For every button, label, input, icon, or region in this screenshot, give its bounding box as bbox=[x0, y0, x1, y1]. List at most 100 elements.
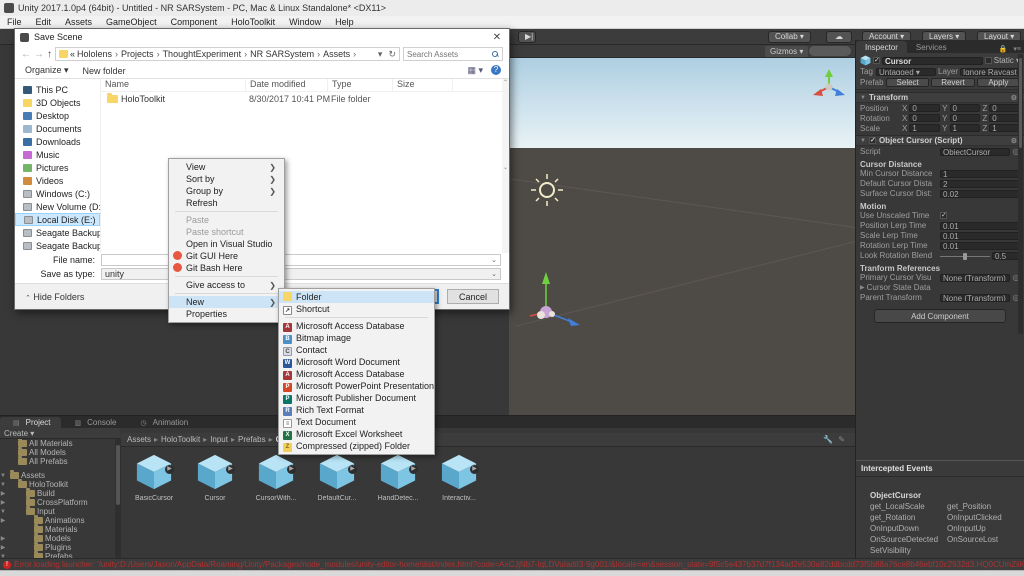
tab-animation[interactable]: ◷Animation bbox=[128, 417, 199, 428]
breadcrumb-bar[interactable]: « Hololens› Projects› ThoughtExperiment› bbox=[55, 47, 400, 61]
sidebar-item[interactable]: Local Disk (E:) bbox=[15, 213, 100, 226]
breadcrumb-item[interactable]: Hololens› bbox=[77, 49, 121, 59]
save-as-type-select[interactable]: unity⌄ bbox=[101, 268, 501, 280]
cursor-state-data-foldout[interactable]: Cursor State Data bbox=[867, 283, 1020, 292]
context-menu-item[interactable] bbox=[175, 211, 278, 212]
tree-foldout-icon[interactable]: ▼ bbox=[0, 509, 6, 515]
breadcrumb-overflow[interactable]: « bbox=[70, 49, 75, 59]
tree-foldout-icon[interactable]: ▼ bbox=[0, 482, 6, 488]
tree-foldout-icon[interactable]: ▶ bbox=[0, 517, 6, 524]
hide-folders-button[interactable]: ⌃ Hide Folders bbox=[25, 292, 84, 302]
menu-item[interactable]: GameObject bbox=[99, 16, 164, 29]
breadcrumb-item[interactable]: Projects› bbox=[121, 49, 163, 59]
x-field[interactable]: 1 bbox=[909, 124, 940, 132]
active-checkbox[interactable]: ✓ bbox=[873, 57, 880, 64]
z-field[interactable]: 0 bbox=[989, 114, 1020, 122]
context-menu-item[interactable] bbox=[175, 276, 278, 277]
property-field[interactable]: 1 bbox=[940, 170, 1020, 178]
tree-item[interactable]: ▼ HoloToolkit bbox=[0, 480, 115, 489]
tree-item[interactable]: ▼ Input bbox=[0, 507, 115, 516]
foldout-icon[interactable]: ▼ bbox=[860, 95, 866, 101]
breadcrumb-item[interactable]: NR SARSystem› bbox=[250, 49, 323, 59]
menu-item[interactable]: HoloToolkit bbox=[224, 16, 282, 29]
refresh-icon[interactable]: ↻ bbox=[388, 49, 396, 60]
console-status-bar[interactable]: ! Error loading launcher: '/unity:D:/Use… bbox=[0, 558, 1024, 570]
sidebar-item[interactable]: Windows (C:) bbox=[15, 187, 100, 200]
unscaled-time-checkbox[interactable]: ✓ bbox=[940, 212, 947, 219]
breadcrumb-item[interactable]: Input▸ bbox=[210, 435, 238, 444]
tree-foldout-icon[interactable]: ▶ bbox=[0, 499, 6, 506]
tab-console[interactable]: ▥Console bbox=[62, 417, 127, 428]
breadcrumb-item[interactable]: Assets› bbox=[323, 49, 359, 59]
context-menu-item[interactable]: Git GUI Here bbox=[169, 250, 284, 262]
context-menu-item[interactable]: Give access to ❯ bbox=[169, 279, 284, 291]
tree-item[interactable]: All Prefabs bbox=[0, 457, 115, 466]
context-menu-item[interactable]: Git Bash Here bbox=[169, 262, 284, 274]
sidebar-item[interactable]: Videos bbox=[15, 174, 100, 187]
tag-dropdown[interactable]: Untagged ▾ bbox=[876, 68, 936, 76]
scene-search-input[interactable] bbox=[809, 46, 851, 56]
asset-item[interactable]: ▶ Interactiv... bbox=[434, 453, 484, 558]
tree-foldout-icon[interactable]: ▶ bbox=[0, 535, 6, 542]
script-section-header[interactable]: ▼ ✓ Object Cursor (Script) ⚙ bbox=[856, 135, 1024, 146]
x-field[interactable]: 0 bbox=[909, 104, 940, 112]
y-field[interactable]: 1 bbox=[950, 124, 981, 132]
new-submenu-item[interactable]: Z Compressed (zipped) Folder bbox=[279, 440, 434, 452]
new-submenu-item[interactable]: Folder bbox=[279, 291, 434, 303]
file-row[interactable]: HoloToolkit 8/30/2017 10:41 PM File fold… bbox=[101, 92, 509, 106]
tree-item[interactable]: ▶ CrossPlatform bbox=[0, 498, 115, 507]
directional-light-gizmo[interactable] bbox=[527, 170, 567, 210]
new-submenu-item[interactable]: ↗ Shortcut bbox=[279, 303, 434, 315]
context-menu-item[interactable]: Properties bbox=[169, 308, 284, 320]
inspector-scrollbar[interactable] bbox=[1018, 54, 1023, 334]
views-icon[interactable]: ▦ ▾ bbox=[467, 65, 483, 76]
property-field[interactable]: 0.01 bbox=[940, 222, 1020, 230]
menu-item[interactable]: Component bbox=[164, 16, 225, 29]
asset-expander-icon[interactable]: ▶ bbox=[165, 465, 174, 474]
cloud-icon[interactable]: ☁ bbox=[826, 31, 852, 43]
sidebar-item[interactable]: Music bbox=[15, 148, 100, 161]
breadcrumb-item[interactable]: Prefabs▸ bbox=[238, 435, 276, 444]
property-field[interactable]: 0.02 bbox=[940, 190, 1020, 198]
blend-value-field[interactable]: 0.5 bbox=[992, 252, 1020, 260]
script-enabled-checkbox[interactable]: ✓ bbox=[869, 137, 876, 144]
scene-orientation-gizmo[interactable] bbox=[811, 67, 847, 107]
asset-lock-icon[interactable]: ✎ bbox=[838, 435, 845, 444]
file-name-input[interactable]: ⌄ bbox=[101, 254, 501, 266]
property-field[interactable]: 0.01 bbox=[940, 232, 1020, 240]
scene-view[interactable]: Gizmos ▾ bbox=[509, 45, 855, 415]
lock-icon[interactable]: 🔒 bbox=[996, 45, 1011, 53]
static-checkbox[interactable] bbox=[985, 57, 992, 64]
organize-dropdown[interactable]: Organize ▾ bbox=[25, 65, 69, 76]
collab-button[interactable]: Collab ▾ bbox=[768, 31, 811, 43]
transform-section-header[interactable]: ▼ Transform ⚙ bbox=[856, 92, 1024, 103]
context-menu-item[interactable]: Group by ❯ bbox=[169, 185, 284, 197]
context-menu-item[interactable]: New ❯ bbox=[169, 296, 284, 308]
static-dropdown[interactable]: Static ▾ bbox=[994, 56, 1020, 65]
asset-labels-icon[interactable]: 🔧 bbox=[823, 435, 833, 444]
add-component-button[interactable]: Add Component bbox=[874, 309, 1006, 323]
blend-slider[interactable] bbox=[940, 252, 990, 260]
property-field[interactable]: 0.01 bbox=[940, 242, 1020, 250]
column-date[interactable]: Date modified bbox=[246, 79, 328, 91]
breadcrumb-item[interactable]: HoloToolkit▸ bbox=[161, 435, 210, 444]
menu-item[interactable]: Help bbox=[328, 16, 361, 29]
close-icon[interactable]: ✕ bbox=[485, 32, 509, 43]
prefab-button[interactable]: Revert bbox=[931, 78, 974, 87]
sidebar-item[interactable]: Pictures bbox=[15, 161, 100, 174]
y-field[interactable]: 0 bbox=[950, 104, 981, 112]
gizmos-dropdown[interactable]: Gizmos ▾ bbox=[765, 46, 808, 57]
tree-foldout-icon[interactable]: ▼ bbox=[0, 473, 6, 479]
menu-item[interactable]: Assets bbox=[58, 16, 99, 29]
new-submenu-item[interactable]: X Microsoft Excel Worksheet bbox=[279, 428, 434, 440]
y-field[interactable]: 0 bbox=[950, 114, 981, 122]
asset-expander-icon[interactable]: ▶ bbox=[409, 465, 418, 474]
search-box[interactable] bbox=[403, 47, 503, 61]
new-folder-button[interactable]: New folder bbox=[83, 66, 126, 76]
context-menu-item[interactable]: View ❯ bbox=[169, 161, 284, 173]
primary-cursor-field[interactable]: None (Transform) bbox=[940, 274, 1010, 282]
asset-item[interactable]: ▶ BasicCursor bbox=[129, 453, 179, 558]
asset-expander-icon[interactable]: ▶ bbox=[470, 465, 479, 474]
sidebar-item[interactable]: Desktop bbox=[15, 109, 100, 122]
tab-inspector[interactable]: Inspector bbox=[856, 41, 907, 53]
